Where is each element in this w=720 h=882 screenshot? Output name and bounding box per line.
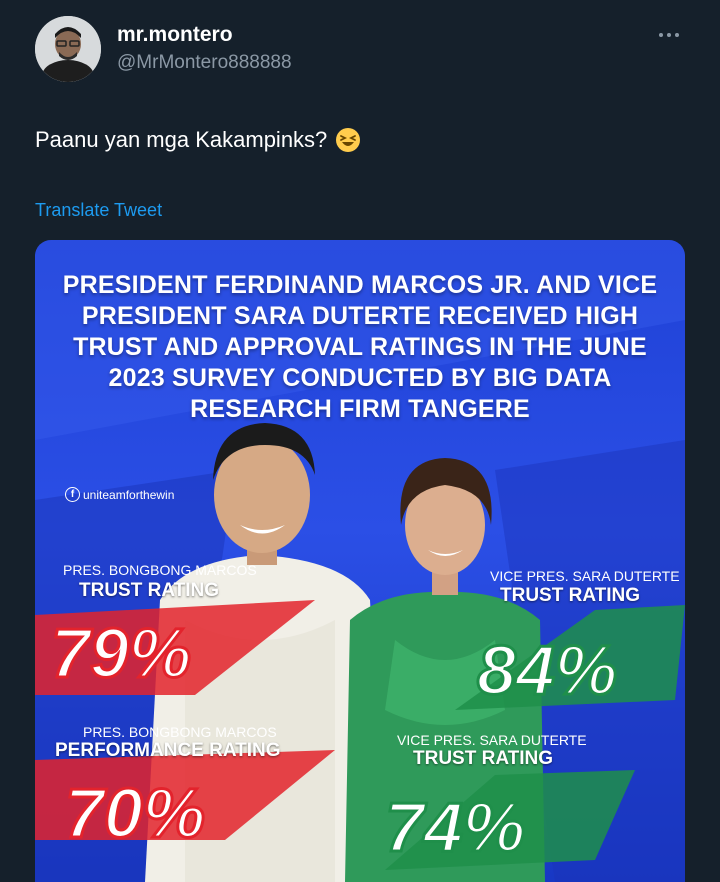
translate-tweet-link[interactable]: Translate Tweet xyxy=(35,200,162,221)
more-dot xyxy=(675,33,679,37)
more-options-icon[interactable] xyxy=(652,24,686,46)
rating-label: TRUST RATING xyxy=(413,748,554,769)
tweet-text: Paanu yan mga Kakampinks? xyxy=(35,127,328,152)
avatar[interactable] xyxy=(35,16,101,82)
rating-value: 70% xyxy=(63,774,206,852)
more-dot xyxy=(667,33,671,37)
rating-value: 84% xyxy=(475,631,618,709)
rating-subject: VICE PRES. SARA DUTERTE xyxy=(490,568,680,584)
laughing-emoji-icon xyxy=(336,128,361,152)
rating-value: 79% xyxy=(49,614,192,692)
rating-value: 74% xyxy=(383,788,526,866)
avatar-image xyxy=(35,16,101,82)
tweet-text-container: Paanu yan mga Kakampinks? xyxy=(35,127,361,153)
display-name[interactable]: mr.montero xyxy=(117,23,233,47)
rating-label: PERFORMANCE RATING xyxy=(55,740,281,761)
rating-subject: VICE PRES. SARA DUTERTE xyxy=(397,732,587,748)
more-dot xyxy=(659,33,663,37)
rating-label: TRUST RATING xyxy=(500,585,641,606)
rating-subject: PRES. BONGBONG MARCOS xyxy=(63,562,257,578)
rating-label: TRUST RATING xyxy=(79,580,220,601)
user-handle[interactable]: @MrMontero888888 xyxy=(117,52,292,74)
rating-subject: PRES. BONGBONG MARCOS xyxy=(83,724,277,740)
tweet-media-image[interactable]: PRESIDENT FERDINAND MARCOS JR. AND VICE … xyxy=(35,240,685,882)
